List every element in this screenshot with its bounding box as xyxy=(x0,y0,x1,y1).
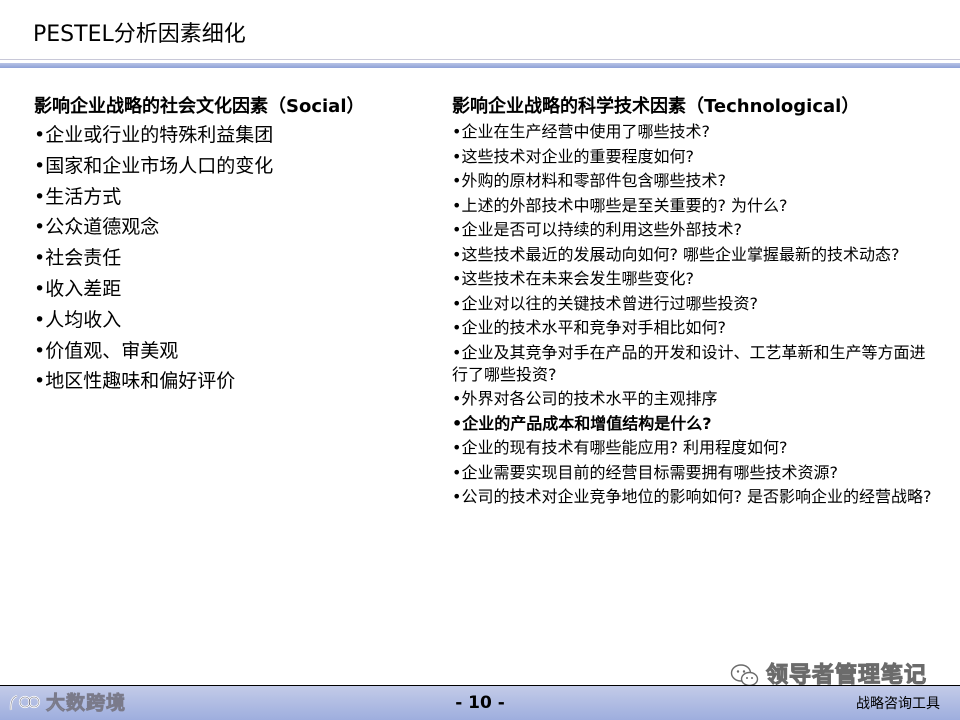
social-factors-column: 影响企业战略的社会文化因素（Social） •企业或行业的特殊利益集团 •国家和企… xyxy=(34,94,434,400)
social-factors-heading: 影响企业战略的社会文化因素（Social） xyxy=(34,96,365,117)
technological-factor-item: •企业在生产经营中使用了哪些技术? xyxy=(452,122,710,141)
slide-title: PESTEL分析因素细化 xyxy=(33,22,246,47)
social-factor-item: •人均收入 xyxy=(34,308,122,331)
technological-factor-item: •这些技术在未来会发生哪些变化? xyxy=(452,269,694,288)
social-factor-item: •社会责任 xyxy=(34,247,122,270)
footer-bar: 大数跨境 - 10 - 战略咨询工具 xyxy=(0,685,960,720)
technological-factor-item: •企业的产品成本和增值结构是什么? xyxy=(452,413,712,433)
title-divider xyxy=(0,63,960,68)
technological-factors-heading: 影响企业战略的科学技术因素（Technological） xyxy=(452,96,860,117)
social-factor-item: •生活方式 xyxy=(34,185,122,208)
social-factor-item: •价值观、审美观 xyxy=(34,339,179,362)
technological-factor-item: •企业对以往的关键技术曾进行过哪些投资? xyxy=(452,293,758,313)
technological-factor-item: •公司的技术对企业竞争地位的影响如何? 是否影响企业的经营战略? xyxy=(452,487,932,506)
technological-factor-item: •这些技术最近的发展动向如何? 哪些企业掌握最新的技术动态? xyxy=(452,244,900,264)
technological-factor-item: •企业的技术水平和竞争对手相比如何? xyxy=(452,318,726,337)
technological-factor-item: •企业及其竞争对手在产品的开发和设计、工艺革新和生产等方面进行了哪些投资? xyxy=(452,342,926,384)
social-factor-item: •公众道德观念 xyxy=(34,216,160,239)
technological-factors-list: •企业在生产经营中使用了哪些技术? •这些技术对企业的重要程度如何? •外购的原材料… xyxy=(452,121,937,508)
title-divider-thin xyxy=(0,59,960,60)
social-factor-item: •地区性趣味和偏好评价 xyxy=(34,370,236,393)
technological-factor-item: •上述的外部技术中哪些是至关重要的? 为什么? xyxy=(452,195,788,215)
technological-factor-item: •这些技术对企业的重要程度如何? xyxy=(452,146,694,166)
social-factor-item: •国家和企业市场人口的变化 xyxy=(34,154,274,177)
technological-factor-item: •外界对各公司的技术水平的主观排序 xyxy=(452,389,718,408)
technological-factor-item: •企业需要实现目前的经营目标需要拥有哪些技术资源? xyxy=(452,462,838,482)
social-factor-item: •企业或行业的特殊利益集团 xyxy=(34,124,274,146)
social-factor-item: •收入差距 xyxy=(34,277,122,300)
technological-factor-item: •企业的现有技术有哪些能应用? 利用程度如何? xyxy=(452,438,788,457)
footer-brand: 战略咨询工具 xyxy=(856,696,940,712)
technological-factor-item: •外购的原材料和零部件包含哪些技术? xyxy=(452,171,726,190)
page-number: - 10 - xyxy=(455,693,505,713)
social-factors-list: •企业或行业的特殊利益集团 •国家和企业市场人口的变化 •生活方式 •公众道德观念 •社… xyxy=(34,123,434,393)
technological-factor-item: •企业是否可以持续的利用这些外部技术? xyxy=(452,220,742,239)
technological-factors-column: 影响企业战略的科学技术因素（Technological） •企业在生产经营中使用… xyxy=(452,94,937,511)
